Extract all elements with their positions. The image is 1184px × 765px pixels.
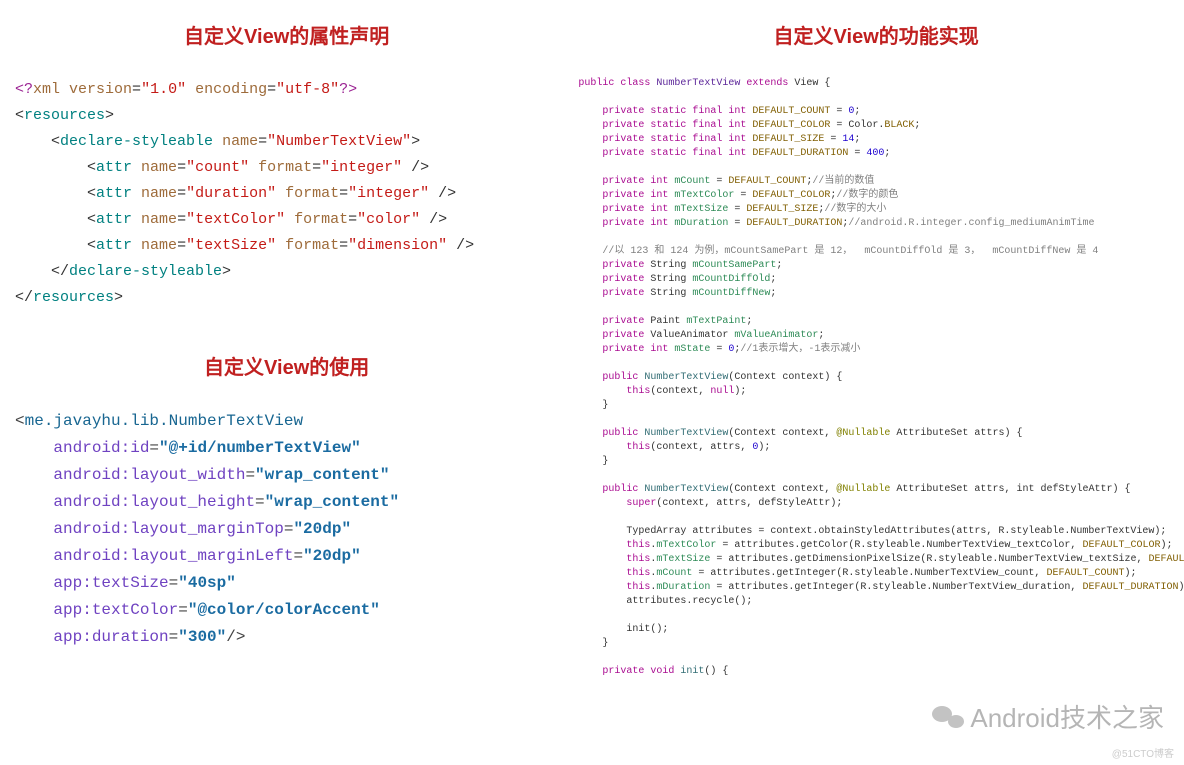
declare-title: 自定义View的属性声明 bbox=[15, 20, 558, 49]
blog-watermark: @51CTO博客 bbox=[1112, 745, 1174, 760]
usage-title: 自定义View的使用 bbox=[15, 351, 558, 380]
xml-usage-code: <me.javayhu.lib.NumberTextView android:i… bbox=[15, 408, 558, 651]
xml-declare-code: <?xml version="1.0" encoding="utf-8"?> <… bbox=[15, 77, 558, 311]
wechat-watermark: Android技术之家 bbox=[932, 698, 1164, 735]
java-code: public class NumberTextView extends View… bbox=[578, 77, 1174, 679]
impl-title: 自定义View的功能实现 bbox=[578, 20, 1174, 49]
wechat-icon bbox=[932, 704, 964, 730]
